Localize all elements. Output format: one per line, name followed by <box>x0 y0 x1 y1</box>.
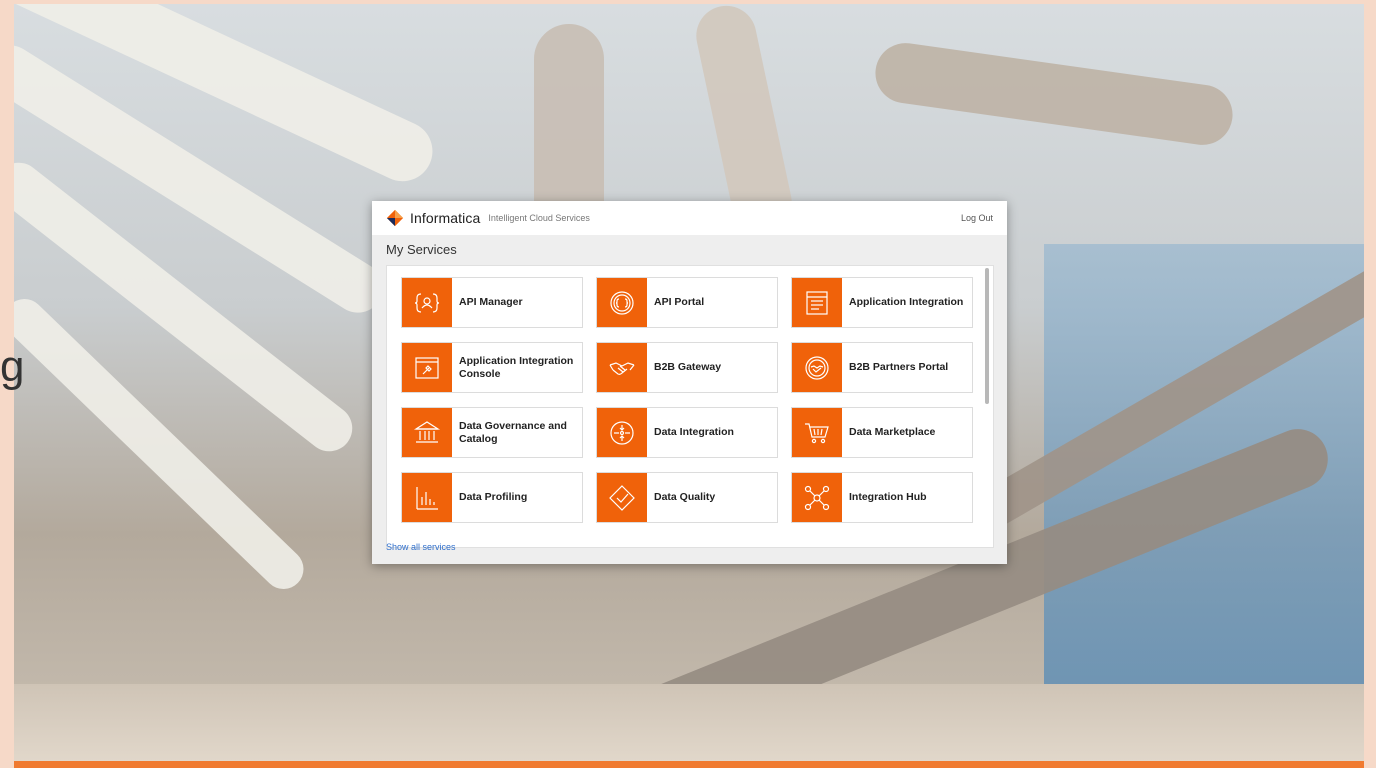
data-marketplace-icon <box>792 408 842 457</box>
data-quality-icon <box>597 473 647 522</box>
informatica-logo-icon <box>386 209 404 227</box>
service-card-application-integration-console[interactable]: Application Integration Console <box>401 342 583 393</box>
brand-subtitle: Intelligent Cloud Services <box>488 213 590 223</box>
service-label: B2B Partners Portal <box>849 361 949 374</box>
service-card-b2b-gateway[interactable]: B2B Gateway <box>596 342 778 393</box>
service-label: API Manager <box>459 296 523 309</box>
brand-name: Informatica <box>410 210 481 226</box>
integration-hub-icon <box>792 473 842 522</box>
service-card-integration-hub[interactable]: Integration Hub <box>791 472 973 523</box>
services-content: My Services API Manager API Portal Appli… <box>372 235 1007 564</box>
service-card-data-quality[interactable]: Data Quality <box>596 472 778 523</box>
data-profiling-icon <box>402 473 452 522</box>
service-label: API Portal <box>654 296 705 309</box>
bottom-accent-bar <box>14 761 1364 768</box>
service-label: Application Integration <box>849 296 964 309</box>
scrollbar[interactable] <box>985 268 989 404</box>
service-card-data-profiling[interactable]: Data Profiling <box>401 472 583 523</box>
application-integration-console-icon <box>402 343 452 392</box>
service-label: Data Governance and Catalog <box>459 419 567 445</box>
services-grid: API Manager API Portal Application Integ… <box>386 265 994 548</box>
b2b-partners-portal-icon <box>792 343 842 392</box>
service-label: Data Marketplace <box>849 426 936 439</box>
application-integration-icon <box>792 278 842 327</box>
service-label: B2B Gateway <box>654 361 722 374</box>
service-label: Data Profiling <box>459 491 528 504</box>
service-card-data-governance-and-catalog[interactable]: Data Governance and Catalog <box>401 407 583 458</box>
section-title: My Services <box>386 242 457 257</box>
b2b-gateway-icon <box>597 343 647 392</box>
data-governance-icon <box>402 408 452 457</box>
service-card-application-integration[interactable]: Application Integration <box>791 277 973 328</box>
panel-header: Informatica Intelligent Cloud Services L… <box>372 201 1007 235</box>
service-label: Data Integration <box>654 426 734 439</box>
services-panel: Informatica Intelligent Cloud Services L… <box>372 201 1007 564</box>
service-card-api-manager[interactable]: API Manager <box>401 277 583 328</box>
api-manager-icon <box>402 278 452 327</box>
data-integration-icon <box>597 408 647 457</box>
logout-link[interactable]: Log Out <box>961 213 993 223</box>
api-portal-icon <box>597 278 647 327</box>
service-label: Integration Hub <box>849 491 927 504</box>
side-text-fragment: g <box>0 342 25 391</box>
service-label: Data Quality <box>654 491 716 504</box>
service-card-b2b-partners-portal[interactable]: B2B Partners Portal <box>791 342 973 393</box>
show-all-services-link[interactable]: Show all services <box>386 542 456 552</box>
service-label: Application Integration Console <box>459 354 574 380</box>
service-card-api-portal[interactable]: API Portal <box>596 277 778 328</box>
service-card-data-marketplace[interactable]: Data Marketplace <box>791 407 973 458</box>
service-card-data-integration[interactable]: Data Integration <box>596 407 778 458</box>
